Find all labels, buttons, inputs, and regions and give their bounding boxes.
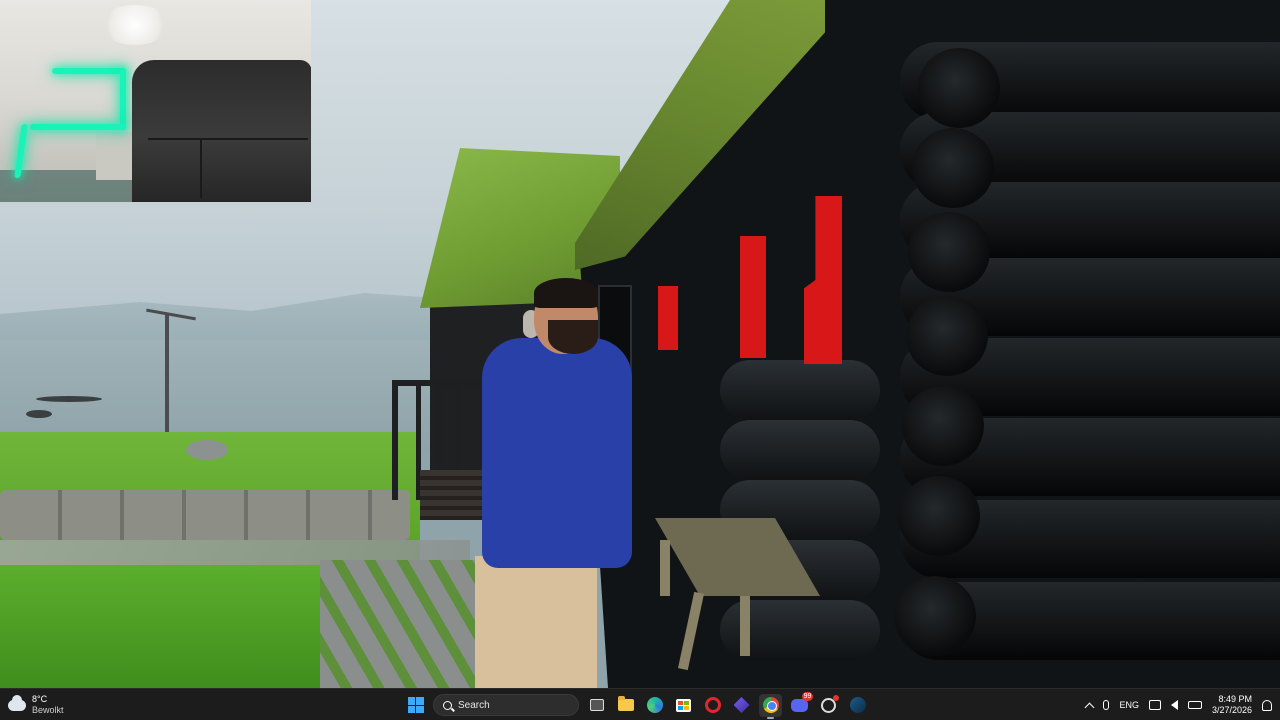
bench-leg: [740, 596, 750, 656]
chrome-button[interactable]: [759, 693, 782, 719]
cloud-icon: [8, 694, 26, 711]
clock-time: 8:49 PM: [1218, 694, 1252, 704]
person-jacket: [482, 338, 632, 568]
log-end: [908, 212, 990, 292]
weather-condition: Bewolkt: [32, 705, 64, 715]
chair-seam: [200, 138, 202, 198]
task-view-button[interactable]: [585, 694, 608, 717]
red-window: [658, 286, 678, 350]
search-label: Search: [458, 699, 490, 711]
microphone-icon[interactable]: [1103, 700, 1110, 710]
system-tray: ENG 8:49 PM 3/27/2026: [1084, 691, 1272, 719]
cabin-log: [720, 360, 880, 420]
language-indicator[interactable]: ENG: [1119, 700, 1139, 710]
person-trousers: [475, 556, 597, 688]
person-beard: [548, 320, 598, 354]
battery-icon[interactable]: [1187, 701, 1202, 709]
bench-leg: [660, 540, 670, 596]
stone-wall: [0, 490, 410, 540]
speaker-icon[interactable]: [1170, 700, 1178, 710]
discord-button[interactable]: 99: [788, 691, 813, 717]
cabin-log: [720, 420, 880, 480]
edge-button[interactable]: [643, 694, 666, 717]
proton-vpn-button[interactable]: [730, 694, 753, 717]
tool-app-button[interactable]: [817, 694, 840, 717]
neon-light: [52, 68, 126, 74]
taskbar-apps: Search 99: [404, 691, 869, 719]
chevron-up-icon[interactable]: [1084, 702, 1095, 712]
notification-bell-icon[interactable]: [1262, 699, 1272, 711]
taskbar: 8°C Bewolkt Search 99 ENG 8:49 PM 3/27/2…: [0, 688, 1280, 720]
opera-button[interactable]: [701, 694, 724, 717]
boulder: [186, 440, 228, 460]
task-view-icon: [589, 699, 604, 711]
weather-widget[interactable]: 8°C Bewolkt: [8, 691, 64, 719]
notification-dot: [833, 694, 839, 701]
file-explorer-button[interactable]: [614, 694, 637, 717]
chrome-icon: [762, 697, 779, 713]
search-icon: [443, 700, 452, 710]
gaming-chair: [132, 60, 311, 202]
log-end: [902, 386, 984, 466]
red-window: [740, 236, 766, 358]
log-end: [906, 296, 988, 376]
store-button[interactable]: [672, 694, 695, 717]
weather-temperature: 8°C: [32, 694, 48, 704]
discord-badge: 99: [802, 691, 813, 701]
log-end: [894, 576, 976, 656]
neon-light: [120, 68, 126, 130]
start-button[interactable]: [404, 694, 427, 717]
folder-icon: [617, 696, 634, 711]
rock: [26, 410, 52, 418]
clock-date: 3/27/2026: [1211, 705, 1252, 715]
webcam-overlay: [0, 0, 311, 202]
steam-icon: [849, 697, 866, 713]
store-icon: [676, 698, 691, 712]
neon-light: [30, 124, 126, 130]
search-input[interactable]: Search: [433, 694, 579, 716]
clock[interactable]: 8:49 PM 3/27/2026: [1212, 694, 1252, 716]
steam-button[interactable]: [846, 694, 869, 717]
opera-icon: [704, 697, 721, 713]
edge-icon: [646, 697, 663, 713]
proton-icon: [733, 697, 750, 713]
rock: [36, 396, 102, 402]
chair-seam: [148, 138, 308, 140]
log-end: [898, 476, 980, 556]
windows-logo-icon: [407, 697, 424, 713]
log-end: [918, 48, 1000, 128]
person-hair: [534, 278, 598, 308]
ceiling-light: [100, 5, 170, 45]
log-end: [912, 128, 994, 208]
utility-pole: [165, 315, 169, 433]
network-icon[interactable]: [1148, 700, 1161, 710]
